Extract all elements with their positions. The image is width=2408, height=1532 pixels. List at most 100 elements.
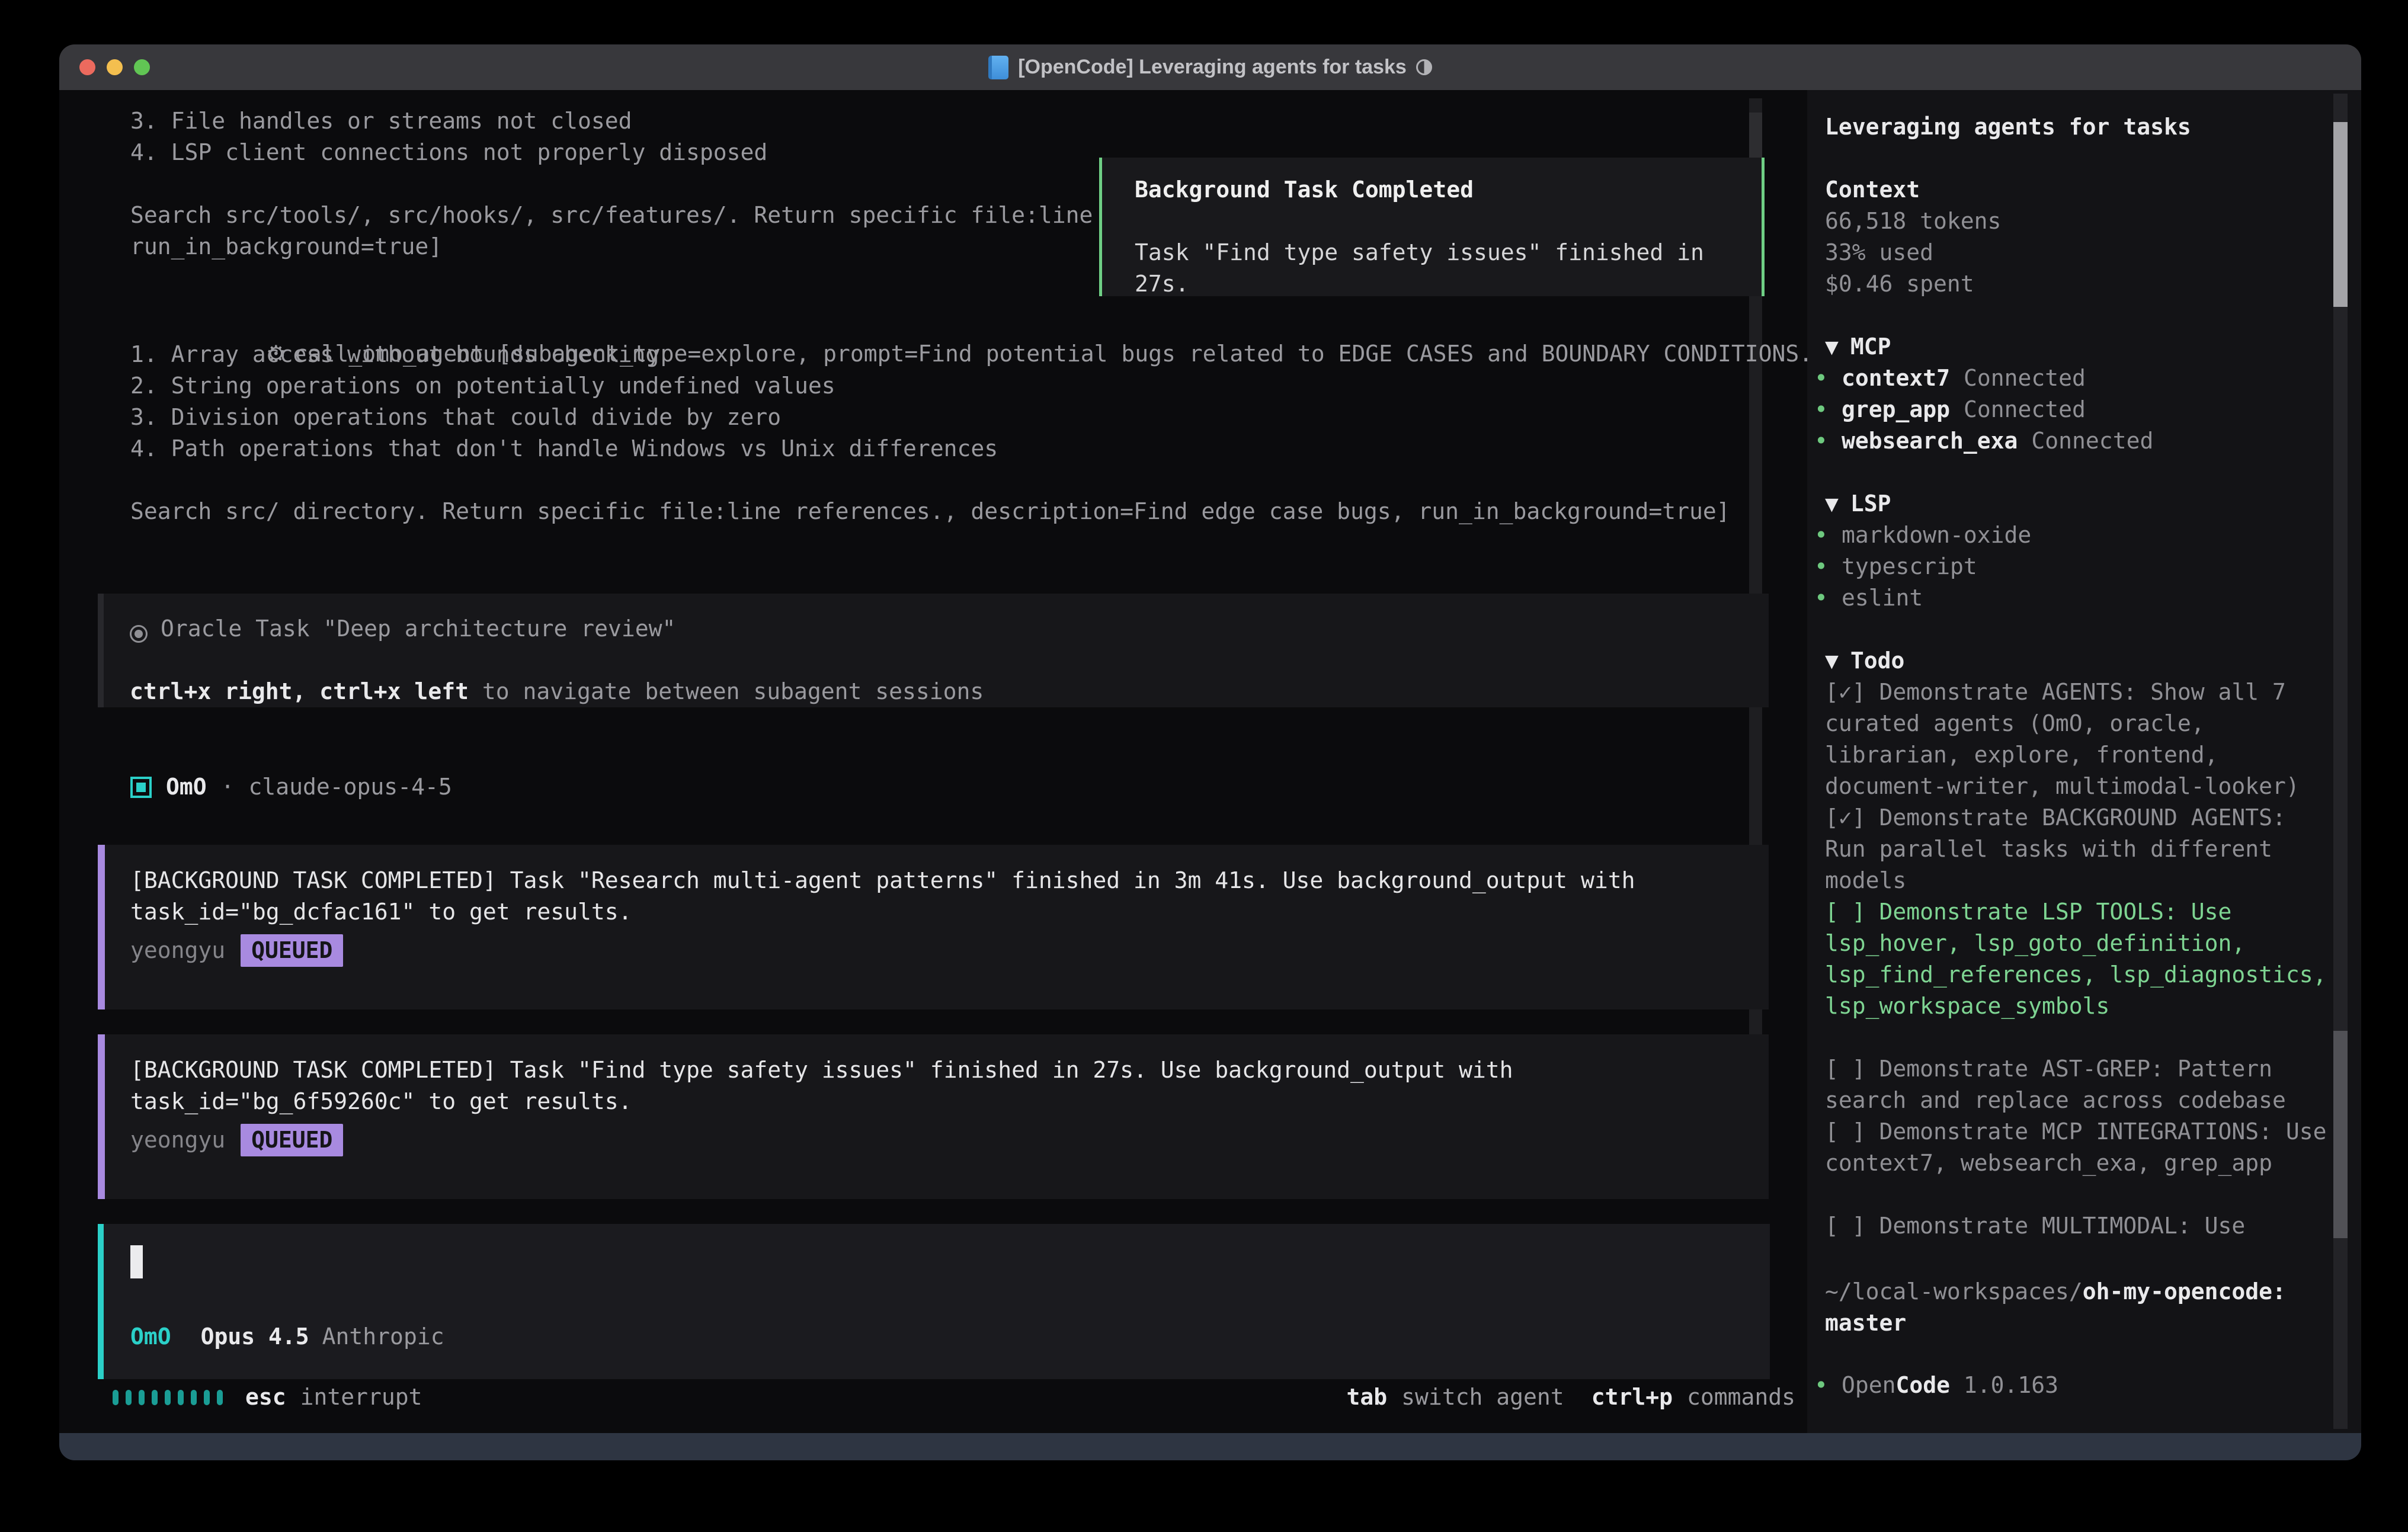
sidebar-scrollbar-thumb[interactable] [2333,122,2348,307]
tool-call-details: 1. Array access without bounds checking … [130,339,1807,527]
todo-item-pending: [ ] Demonstrate MULTIMODAL: Use [1825,1210,2332,1242]
todo-section-header[interactable]: ▼Todo [1825,645,2332,677]
status-dot-icon: • [1814,520,1842,551]
session-activity-icon [1416,59,1432,75]
tab-key-hint: tab [1347,1382,1388,1413]
mcp-name: grep_app [1842,394,1950,425]
lsp-item: • eslint [1825,582,2332,614]
context-tokens: 66,518 tokens [1825,206,2332,237]
collapse-triangle-icon: ▼ [1825,334,1839,360]
terminal-window: [OpenCode] Leveraging agents for tasks 3… [59,44,2361,1460]
oracle-task-title: Oracle Task "Deep architecture review" [161,616,675,642]
task-message[interactable]: [BACKGROUND TASK COMPLETED] Task "Resear… [98,845,1769,1009]
chat-scrollbar-thumb-top[interactable] [1749,113,1762,160]
mcp-name: websearch_exa [1842,425,2018,457]
todo-item-pending: [ ] Demonstrate AST-GREP: Pattern search… [1825,1053,2332,1116]
status-dot-icon: • [1814,1370,1842,1401]
cmd-key-label: commands [1687,1382,1795,1413]
todo-item-active: [ ] Demonstrate LSP TOOLS: Use lsp_hover… [1825,896,2332,1022]
collapse-triangle-icon: ▼ [1825,648,1839,674]
window-title: [OpenCode] Leveraging agents for tasks [1018,56,1407,79]
traffic-lights [79,59,150,75]
statusbar: esc interrupt tab switch agent ctrl+p co… [113,1382,1795,1413]
task-message-body: [BACKGROUND TASK COMPLETED] Task "Resear… [130,865,1745,928]
lsp-name: eslint [1842,582,1923,614]
message-input[interactable]: OmO Opus 4.5 Anthropic [98,1224,1770,1379]
lsp-section-header[interactable]: ▼LSP [1825,488,2332,520]
status-dot-icon: • [1814,363,1842,394]
mcp-name: context7 [1842,363,1950,394]
todo-item-done: [✓] Demonstrate BACKGROUND AGENTS: Run p… [1825,802,2332,896]
oracle-status-icon [130,625,148,643]
session-sidebar: Leveraging agents for tasks Context 66,5… [1807,90,2361,1433]
window-bottom-bar [59,1433,2361,1460]
mcp-item: • websearch_exa Connected [1825,425,2332,457]
scrollback-text: 3. File handles or streams not closed 4.… [130,105,1093,262]
chat-area: 3. File handles or streams not closed 4.… [59,90,1807,1433]
brand-prefix: Open [1842,1370,1896,1401]
status-dot-icon: • [1814,582,1842,614]
context-used: 33% used [1825,237,2332,268]
input-agent-label[interactable]: OmO [130,1321,171,1352]
agent-name: OmO [166,771,207,803]
cmd-key-hint: ctrl+p [1592,1382,1673,1413]
mcp-status: Connected [2031,425,2153,457]
collapse-triangle-icon: ▼ [1825,491,1839,517]
workspace-repo: oh-my-opencode: [2083,1278,2286,1305]
mcp-status: Connected [1964,363,2086,394]
session-title: Leveraging agents for tasks [1825,111,2332,143]
workspace-dir: ~/local-workspaces/ [1825,1278,2083,1305]
document-icon [988,56,1008,79]
status-dot-icon: • [1814,551,1842,582]
mcp-status: Connected [1964,394,2086,425]
background-task-toast: Background Task Completed Task "Find typ… [1099,158,1765,296]
todo-item-pending: [ ] Demonstrate MCP INTEGRATIONS: Use co… [1825,1116,2332,1179]
lsp-name: markdown-oxide [1842,520,2031,551]
mcp-item: • context7 Connected [1825,363,2332,394]
activity-spinner [113,1390,223,1405]
status-dot-icon: • [1814,425,1842,457]
sidebar-scrollbar-track[interactable] [2333,94,2348,1429]
sidebar-scrollbar-thumb-lower[interactable] [2333,1031,2348,1238]
task-author: yeongyu [130,935,225,966]
input-provider-label: Anthropic [322,1321,444,1352]
agent-model: claude-opus-4-5 [249,771,452,803]
status-badge: QUEUED [241,1124,343,1156]
esc-key-hint: esc [245,1382,286,1413]
task-author: yeongyu [130,1124,225,1156]
desktop-background: [OpenCode] Leveraging agents for tasks 3… [0,0,2408,1532]
mcp-item: • grep_app Connected [1825,394,2332,425]
keybinding-description: to navigate between subagent sessions [469,678,984,704]
mcp-section-header[interactable]: ▼MCP [1825,331,2332,363]
minimize-button[interactable] [107,59,123,75]
app-version: 1.0.163 [1950,1370,2058,1401]
esc-key-label: interrupt [300,1382,422,1413]
workspace-branch: master [1825,1307,2340,1339]
context-spent: $0.46 spent [1825,268,2332,300]
context-header: Context [1825,174,2332,206]
todo-item-done: [✓] Demonstrate AGENTS: Show all 7 curat… [1825,677,2332,802]
task-message-body: [BACKGROUND TASK COMPLETED] Task "Find t… [130,1055,1745,1117]
text-cursor [130,1245,143,1278]
status-dot-icon: • [1814,394,1842,425]
lsp-item: • typescript [1825,551,2332,582]
task-message[interactable]: [BACKGROUND TASK COMPLETED] Task "Find t… [98,1034,1769,1199]
lsp-name: typescript [1842,551,1977,582]
toast-body: Task "Find type safety issues" finished … [1135,237,1762,300]
toast-title: Background Task Completed [1135,174,1474,206]
zoom-button[interactable] [134,59,150,75]
app-version-row: • OpenCode 1.0.163 [1814,1370,2058,1401]
keybinding-text: ctrl+x right, ctrl+x left [130,678,469,704]
input-model-label[interactable]: Opus 4.5 [201,1321,309,1352]
separator-dot: · [221,771,235,803]
oracle-task-box[interactable]: Oracle Task "Deep architecture review" c… [98,594,1769,707]
tab-key-label: switch agent [1401,1382,1564,1413]
workspace-path: ~/local-workspaces/oh-my-opencode:master [1825,1276,2340,1339]
status-badge: QUEUED [241,934,343,967]
lsp-item: • markdown-oxide [1825,520,2332,551]
brand-bold: Code [1896,1370,1951,1401]
agent-icon [130,777,152,798]
window-titlebar[interactable]: [OpenCode] Leveraging agents for tasks [59,44,2361,90]
agent-header: OmO · claude-opus-4-5 [130,771,452,803]
close-button[interactable] [79,59,95,75]
